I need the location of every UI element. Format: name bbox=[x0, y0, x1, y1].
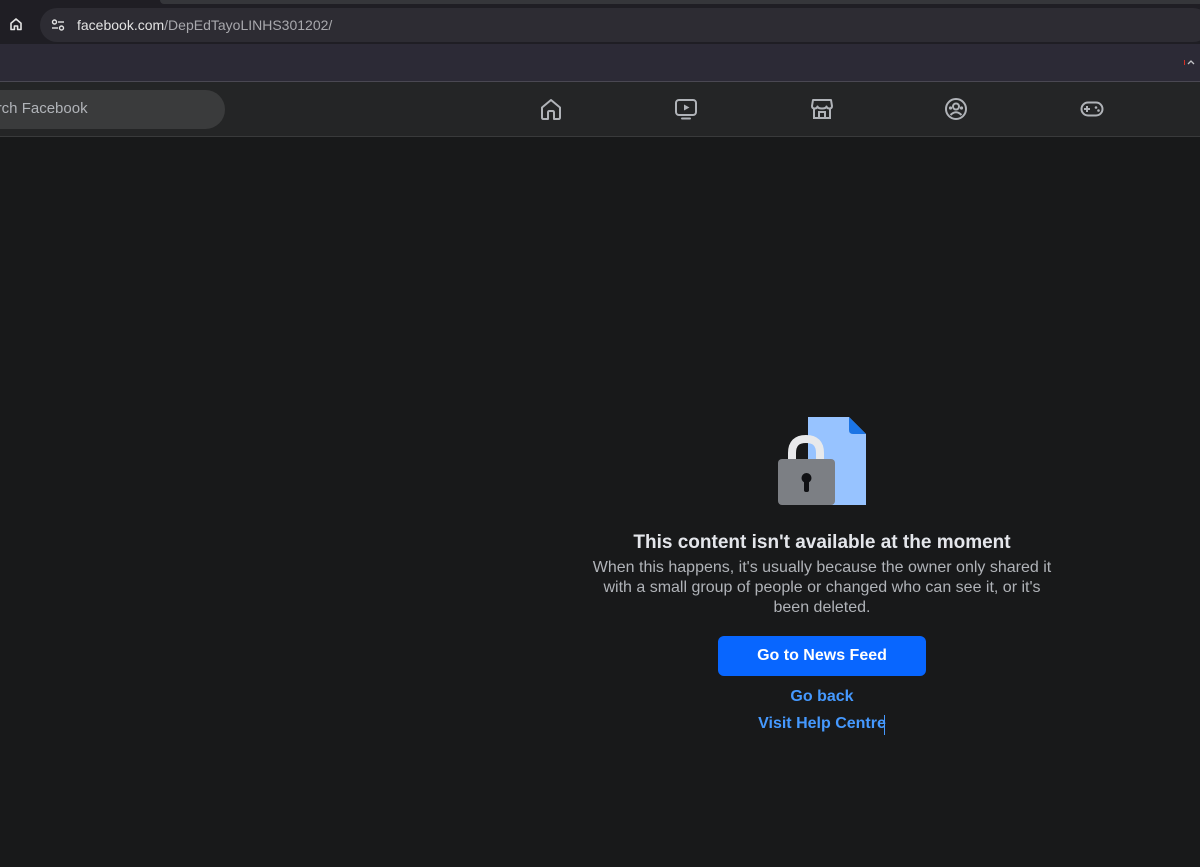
site-info-button[interactable] bbox=[48, 15, 68, 35]
url-path: /DepEdTayoLINHS301202/ bbox=[164, 17, 333, 33]
nav-groups[interactable] bbox=[943, 96, 969, 122]
locked-document-icon bbox=[778, 417, 866, 505]
nav-gaming[interactable] bbox=[1079, 96, 1105, 122]
groups-icon bbox=[945, 98, 967, 120]
address-bar[interactable]: facebook.com/DepEdTayoLINHS301202/ bbox=[40, 8, 1200, 42]
url-host: facebook.com bbox=[77, 17, 165, 33]
go-to-news-feed-button[interactable]: Go to News Feed bbox=[718, 636, 926, 676]
page-title: This content isn't available at the mome… bbox=[633, 532, 1011, 553]
browser-toolbar: facebook.com/DepEdTayoLINHS301202/ bbox=[0, 6, 1200, 44]
search-input[interactable]: Search Facebook bbox=[0, 90, 225, 129]
nav-home[interactable] bbox=[538, 96, 564, 122]
nav-marketplace[interactable] bbox=[809, 96, 835, 122]
bookmarks-bar bbox=[0, 44, 1200, 82]
gaming-icon bbox=[1080, 101, 1104, 117]
go-back-link[interactable]: Go back bbox=[560, 688, 1084, 706]
video-icon bbox=[675, 99, 697, 120]
tune-icon bbox=[51, 19, 65, 31]
search-placeholder: Search Facebook bbox=[0, 100, 88, 117]
help-centre-link[interactable]: Visit Help Centre bbox=[560, 715, 1084, 733]
home-icon bbox=[541, 99, 561, 120]
recording-indicator bbox=[1184, 60, 1185, 65]
url-text[interactable]: facebook.com/DepEdTayoLINHS301202/ bbox=[77, 17, 332, 33]
search-clip: Search Facebook bbox=[0, 82, 226, 136]
browser-home-button[interactable] bbox=[4, 12, 28, 36]
text-cursor bbox=[884, 715, 885, 735]
scroll-up-icon[interactable] bbox=[1186, 58, 1196, 68]
marketplace-icon bbox=[811, 99, 833, 119]
home-icon bbox=[10, 18, 22, 31]
active-tab-edge bbox=[160, 0, 1200, 4]
nav-video[interactable] bbox=[673, 96, 699, 122]
page-description: When this happens, it's usually because … bbox=[592, 559, 1052, 616]
